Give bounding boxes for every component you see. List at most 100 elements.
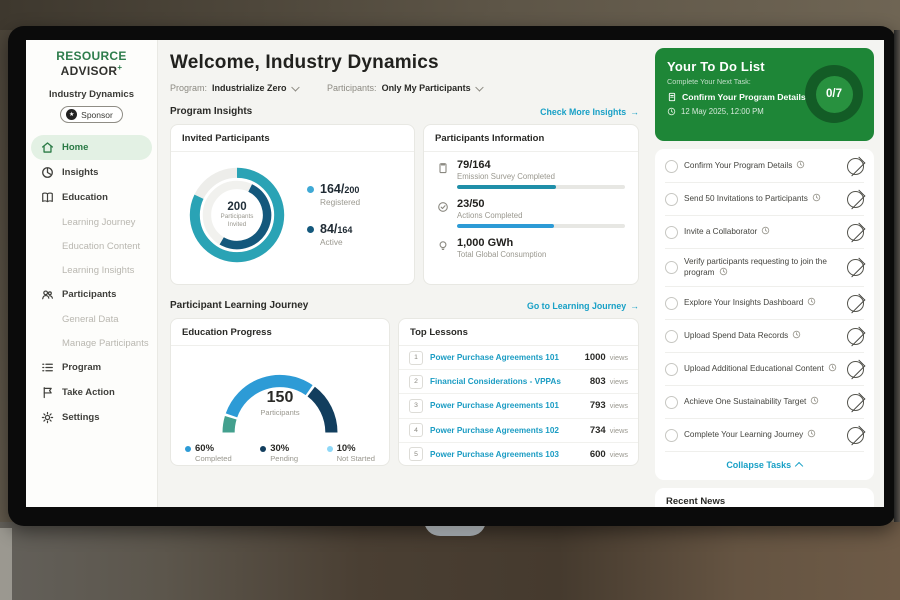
collapse-tasks-link[interactable]: Collapse Tasks xyxy=(665,452,864,479)
legend-dot-icon xyxy=(307,186,314,193)
sidebar-item-insights[interactable]: Insights xyxy=(26,160,157,185)
sidebar-item-education[interactable]: Education xyxy=(26,185,157,210)
clock-icon xyxy=(807,429,816,438)
task-checkbox[interactable] xyxy=(665,297,678,310)
arrow-right-icon: → xyxy=(630,301,639,311)
lesson-title-link[interactable]: Financial Considerations - VPPAs xyxy=(430,377,590,386)
sidebar-item-education-content[interactable]: Education Content xyxy=(26,234,157,258)
task-checkbox[interactable] xyxy=(665,160,678,173)
check-more-insights-link[interactable]: Check More Insights → xyxy=(540,107,639,117)
program-filter[interactable]: Program: Industrialize Zero xyxy=(170,83,297,93)
home-icon xyxy=(41,141,54,154)
task-checkbox[interactable] xyxy=(665,363,678,376)
org-name: Industry Dynamics xyxy=(26,89,157,100)
stat-row: 1,000 GWh Total Global Consumption xyxy=(437,237,625,259)
task-open-button[interactable] xyxy=(847,259,864,276)
task-checkbox[interactable] xyxy=(665,261,678,274)
lesson-title-link[interactable]: Power Purchase Agreements 102 xyxy=(430,426,590,435)
sidebar-item-home[interactable]: Home xyxy=(31,135,152,160)
task-open-button[interactable] xyxy=(847,158,864,175)
participants-icon xyxy=(41,288,54,301)
clock-icon xyxy=(812,193,821,202)
legend-dot-icon xyxy=(260,446,266,452)
task-item-invite-a-collaborator[interactable]: Invite a Collaborator xyxy=(665,216,864,249)
task-open-button[interactable] xyxy=(847,295,864,312)
section-title-program-insights: Program Insights xyxy=(170,106,252,117)
chevron-right-icon xyxy=(845,326,865,346)
sponsor-badge-label: Sponsor xyxy=(81,110,113,120)
participants-information-card: Participants Information 79/164 Emission… xyxy=(423,124,639,285)
lesson-row: 3 Power Purchase Agreements 101 793 view… xyxy=(399,394,638,418)
sponsor-badge[interactable]: ★ Sponsor xyxy=(60,106,123,123)
sidebar-item-participants[interactable]: Participants xyxy=(26,282,157,307)
arrow-right-icon: → xyxy=(630,107,639,117)
sidebar-item-label: Education Content xyxy=(62,241,140,252)
sidebar-item-program[interactable]: Program xyxy=(26,355,157,380)
lesson-title-link[interactable]: Power Purchase Agreements 103 xyxy=(430,450,590,459)
task-item-verify-participants-requesting-to-join-the-program[interactable]: Verify participants requesting to join t… xyxy=(665,249,864,287)
invited-donut-chart: 200 Participants Invited xyxy=(179,157,295,273)
sidebar-item-manage-participants[interactable]: Manage Participants xyxy=(26,331,157,355)
invited-participants-card: Invited Participants 200 Participants In… xyxy=(170,124,415,285)
lesson-rank-badge: 1 xyxy=(409,351,423,365)
sidebar-item-learning-insights[interactable]: Learning Insights xyxy=(26,258,157,282)
task-open-button[interactable] xyxy=(847,394,864,411)
lesson-row: 5 Power Purchase Agreements 103 600 view… xyxy=(399,443,638,466)
sidebar-item-label: Insights xyxy=(62,167,98,178)
sidebar-item-label: Learning Journey xyxy=(62,217,135,228)
chevron-right-icon xyxy=(845,189,865,209)
task-checkbox[interactable] xyxy=(665,193,678,206)
task-open-button[interactable] xyxy=(847,328,864,345)
sidebar-item-label: General Data xyxy=(62,314,119,325)
task-open-button[interactable] xyxy=(847,361,864,378)
clock-icon xyxy=(667,107,676,116)
chevron-right-icon xyxy=(845,156,865,176)
task-open-button[interactable] xyxy=(847,427,864,444)
lesson-title-link[interactable]: Power Purchase Agreements 101 xyxy=(430,401,590,410)
main-content: Welcome, Industry Dynamics Program: Indu… xyxy=(158,40,647,507)
clock-icon xyxy=(761,226,770,235)
lesson-title-link[interactable]: Power Purchase Agreements 101 xyxy=(430,353,585,362)
chevron-up-icon xyxy=(795,462,803,470)
task-open-button[interactable] xyxy=(847,191,864,208)
gauge-legend-item: 30% Pending xyxy=(260,443,298,463)
chevron-right-icon xyxy=(845,392,865,412)
donut-legend-item: 84/164 Active xyxy=(307,223,360,247)
task-item-confirm-your-program-details[interactable]: Confirm Your Program Details xyxy=(665,150,864,183)
participants-filter[interactable]: Participants: Only My Participants xyxy=(327,83,481,93)
background-desk-edge xyxy=(0,528,12,600)
lesson-rank-badge: 5 xyxy=(409,447,423,461)
task-item-upload-spend-data-records[interactable]: Upload Spend Data Records xyxy=(665,320,864,353)
go-to-learning-journey-link[interactable]: Go to Learning Journey → xyxy=(527,301,639,311)
chevron-right-icon xyxy=(845,258,865,278)
education-icon xyxy=(41,191,54,204)
sidebar-item-settings[interactable]: Settings xyxy=(26,405,157,430)
task-item-achieve-one-sustainability-target[interactable]: Achieve One Sustainability Target xyxy=(665,386,864,419)
task-checkbox[interactable] xyxy=(665,396,678,409)
task-item-send-50-invitations-to-participants[interactable]: Send 50 Invitations to Participants xyxy=(665,183,864,216)
legend-dot-icon xyxy=(307,226,314,233)
chevron-down-icon xyxy=(475,83,483,91)
task-item-explore-your-insights-dashboard[interactable]: Explore Your Insights Dashboard xyxy=(665,287,864,320)
task-checkbox[interactable] xyxy=(665,429,678,442)
task-item-complete-your-learning-journey[interactable]: Complete Your Learning Journey xyxy=(665,419,864,452)
task-checkbox[interactable] xyxy=(665,226,678,239)
clock-icon xyxy=(796,160,805,169)
task-item-upload-additional-educational-content[interactable]: Upload Additional Educational Content xyxy=(665,353,864,386)
sidebar-item-take-action[interactable]: Take Action xyxy=(26,380,157,405)
task-open-button[interactable] xyxy=(847,224,864,241)
sidebar-item-label: Home xyxy=(62,142,88,153)
chevron-right-icon xyxy=(845,359,865,379)
stat-row: 79/164 Emission Survey Completed xyxy=(437,159,625,189)
app-logo: RESOURCE ADVISOR+ xyxy=(26,49,157,78)
sidebar-menu: Home Insights Education Learning Journey xyxy=(26,135,157,430)
lesson-rank-badge: 3 xyxy=(409,399,423,413)
task-checkbox[interactable] xyxy=(665,330,678,343)
gauge-legend-item: 60% Completed xyxy=(185,443,232,463)
sidebar-item-general-data[interactable]: General Data xyxy=(26,307,157,331)
sidebar-item-learning-journey[interactable]: Learning Journey xyxy=(26,210,157,234)
recent-news-card: Recent News xyxy=(655,488,874,507)
sidebar-item-label: Program xyxy=(62,362,101,373)
lesson-rank-badge: 4 xyxy=(409,423,423,437)
donut-legend-item: 164/200 Registered xyxy=(307,183,360,207)
